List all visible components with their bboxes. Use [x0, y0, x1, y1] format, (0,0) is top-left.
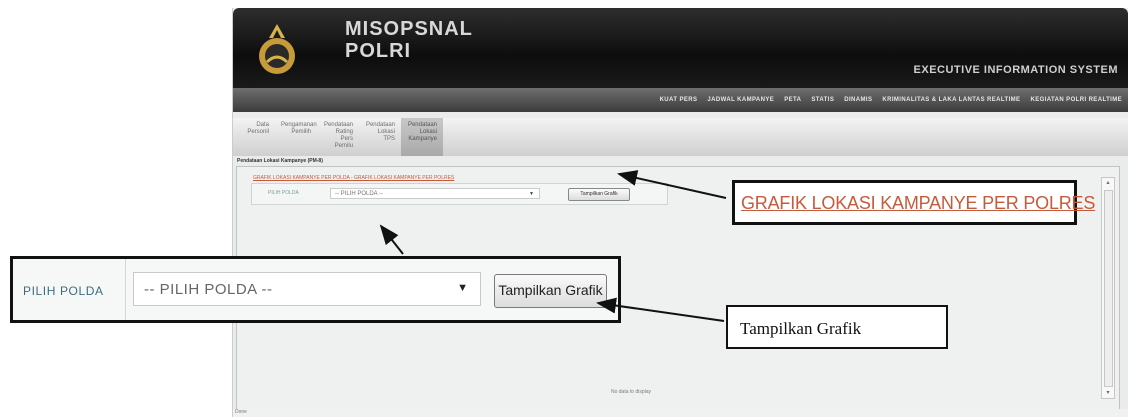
- arrow-to-filter: [379, 224, 404, 255]
- arrow-to-button: [596, 297, 725, 322]
- annotation-arrows: [379, 170, 727, 322]
- arrow-to-link: [617, 170, 727, 199]
